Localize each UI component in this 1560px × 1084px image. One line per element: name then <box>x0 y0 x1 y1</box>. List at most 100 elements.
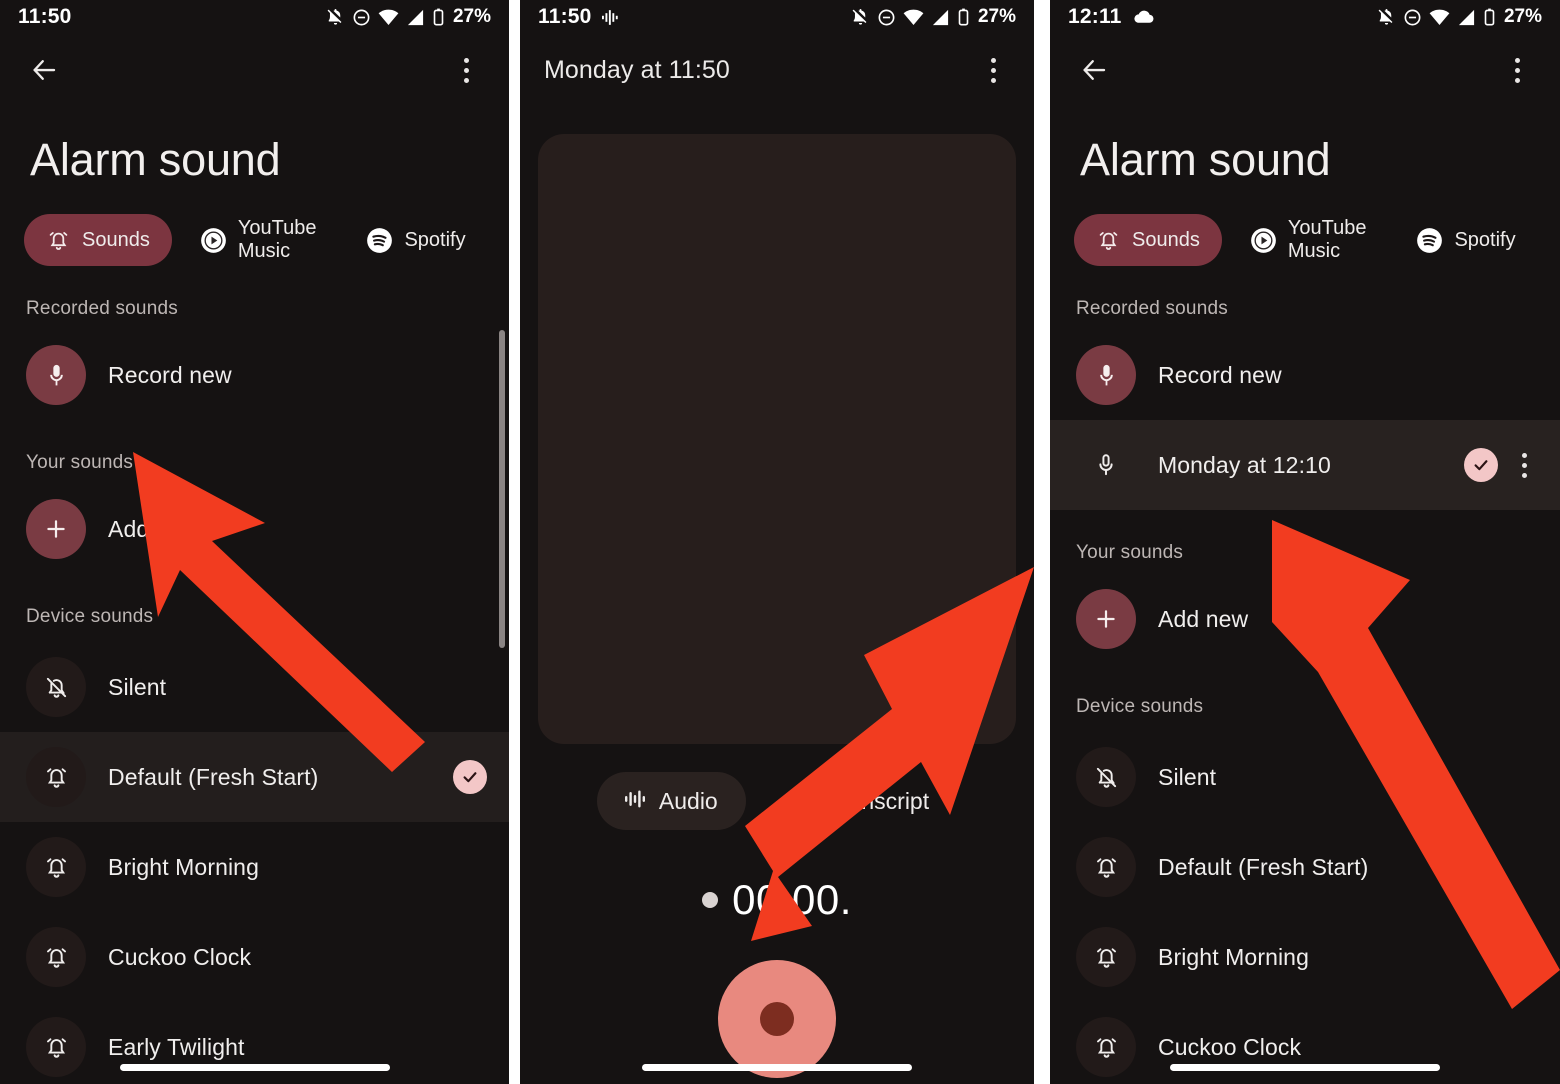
wifi-icon <box>903 9 924 25</box>
bell-off-icon <box>327 8 342 25</box>
spotify-icon <box>366 227 393 254</box>
more-options-icon[interactable] <box>976 50 1010 90</box>
signal-icon <box>1458 9 1475 25</box>
list-item-label: Default (Fresh Start) <box>108 763 319 790</box>
home-indicator <box>1170 1064 1440 1071</box>
list-item-add-new[interactable]: Add new <box>0 484 509 574</box>
tab-sounds-label: Sounds <box>1132 228 1200 251</box>
list-item-label: Record new <box>1158 361 1282 388</box>
list-item-label: Monday at 12:10 <box>1158 451 1331 478</box>
list-item-record-new[interactable]: Record new <box>1050 330 1560 420</box>
app-bar <box>0 34 509 106</box>
tab-youtube-music[interactable]: YouTube Music <box>1228 214 1389 266</box>
section-label-device-sounds: Device sounds <box>26 606 154 627</box>
list-item-more-options-icon[interactable] <box>1510 445 1538 485</box>
back-arrow-icon[interactable] <box>26 52 62 88</box>
bell-off-icon <box>1076 747 1136 807</box>
scrollbar[interactable] <box>499 330 505 648</box>
record-button-wrap <box>520 960 1034 1078</box>
source-tabs: Sounds YouTube Music Spotify <box>1050 186 1560 266</box>
status-bar-right: 27% <box>851 6 1016 28</box>
list-item-early-twilight[interactable]: Early Twilight <box>0 1002 509 1084</box>
microphone-icon <box>1076 435 1136 495</box>
tab-audio[interactable]: Audio <box>596 772 746 830</box>
list-item-silent[interactable]: Silent <box>0 642 509 732</box>
spotify-icon <box>1416 227 1443 254</box>
tab-spotify[interactable]: Spotify <box>1394 214 1537 266</box>
recording-waveform-icon <box>601 9 618 25</box>
alarm-bell-icon <box>26 747 86 807</box>
status-bar: 12:11 27% <box>1050 0 1560 34</box>
wifi-icon <box>378 9 399 25</box>
tab-spotify-label: Spotify <box>1454 228 1516 251</box>
list-item-cuckoo-clock[interactable]: Cuckoo Clock <box>0 912 509 1002</box>
alarm-bell-icon <box>26 837 86 897</box>
list-item-bright-morning[interactable]: Bright Morning <box>1050 912 1560 1002</box>
timer-digits: 00:00. <box>732 876 852 923</box>
phone-screen-alarm-sound-list-updated: 12:11 27% Alarm sound Sounds YouTube Mus… <box>1050 0 1560 1084</box>
list-item-cuckoo-clock[interactable]: Cuckoo Clock <box>1050 1002 1560 1084</box>
section-label-your-sounds: Your sounds <box>26 452 134 473</box>
recording-title: Monday at 11:50 <box>544 55 730 84</box>
list-item-label: Cuckoo Clock <box>1158 1033 1302 1060</box>
list-item-monday-at-1210[interactable]: Monday at 12:10 <box>1050 420 1560 510</box>
tab-youtube-music-label: YouTube Music <box>1287 217 1367 262</box>
status-bar: 11:50 27% <box>0 0 509 34</box>
bell-off-icon <box>26 657 86 717</box>
list-item-label: Add new <box>108 515 199 542</box>
tab-sounds-label: Sounds <box>82 228 150 251</box>
list-item-record-new[interactable]: Record new <box>0 330 509 420</box>
tab-youtube-music[interactable]: YouTube Music <box>178 214 339 266</box>
back-arrow-icon[interactable] <box>1076 52 1112 88</box>
section-label-recorded-sounds: Recorded sounds <box>26 298 178 319</box>
list-item-trailing <box>1464 445 1538 485</box>
tab-audio-label: Audio <box>658 787 718 814</box>
bell-off-icon <box>1378 8 1393 25</box>
bell-off-icon <box>852 8 867 25</box>
tab-sounds[interactable]: Sounds <box>24 214 172 266</box>
list-item-label: Bright Morning <box>108 853 259 880</box>
alarm-bell-icon <box>1096 228 1121 253</box>
app-bar <box>1050 34 1560 106</box>
home-indicator <box>642 1064 912 1071</box>
list-item-silent[interactable]: Silent <box>1050 732 1560 822</box>
microphone-icon <box>26 345 86 405</box>
check-icon <box>453 760 487 794</box>
more-options-icon[interactable] <box>1500 50 1534 90</box>
status-bar: 11:50 27% <box>520 0 1034 34</box>
more-options-icon[interactable] <box>449 50 483 90</box>
battery-icon <box>1484 8 1495 26</box>
alarm-bell-icon <box>1076 837 1136 897</box>
tab-spotify[interactable]: Spotify <box>344 214 487 266</box>
tab-sounds[interactable]: Sounds <box>1074 214 1222 266</box>
do-not-disturb-icon <box>878 9 895 25</box>
section-label-recorded-sounds: Recorded sounds <box>1076 298 1228 319</box>
screenshot-stage: 11:50 27% Alarm sound Sounds YouTube Mus… <box>0 0 1560 1084</box>
tab-transcript-label: Transcript <box>827 787 930 814</box>
youtube-music-icon <box>1250 227 1277 254</box>
tab-transcript[interactable]: Transcript <box>764 772 957 830</box>
list-item-label: Silent <box>108 673 167 700</box>
signal-icon <box>407 9 424 25</box>
list-item-default-fresh-start[interactable]: Default (Fresh Start) <box>0 732 509 822</box>
status-clock: 12:11 <box>1068 5 1122 28</box>
source-tabs: Sounds YouTube Music Spotify <box>0 186 509 266</box>
page-title: Alarm sound <box>30 134 281 185</box>
record-button[interactable] <box>718 960 836 1078</box>
status-clock: 11:50 <box>538 5 592 28</box>
page-title: Alarm sound <box>1080 134 1331 185</box>
tab-youtube-music-label: YouTube Music <box>237 217 317 262</box>
battery-percent: 27% <box>452 6 491 27</box>
waveform-icon <box>624 788 647 815</box>
list-item-add-new[interactable]: Add new <box>1050 574 1560 664</box>
alarm-bell-icon <box>1076 1017 1136 1077</box>
phone-screen-recorder: 11:50 27% Monday at 11:50 Audio Transcri… <box>520 0 1034 1084</box>
signal-icon <box>932 9 949 25</box>
battery-icon <box>958 8 969 26</box>
list-item-bright-morning[interactable]: Bright Morning <box>0 822 509 912</box>
list-item-label: Silent <box>1158 763 1217 790</box>
status-bar-right: 27% <box>326 6 491 28</box>
wifi-icon <box>1429 9 1450 25</box>
list-item-default-fresh-start[interactable]: Default (Fresh Start) <box>1050 822 1560 912</box>
youtube-music-icon <box>200 227 227 254</box>
